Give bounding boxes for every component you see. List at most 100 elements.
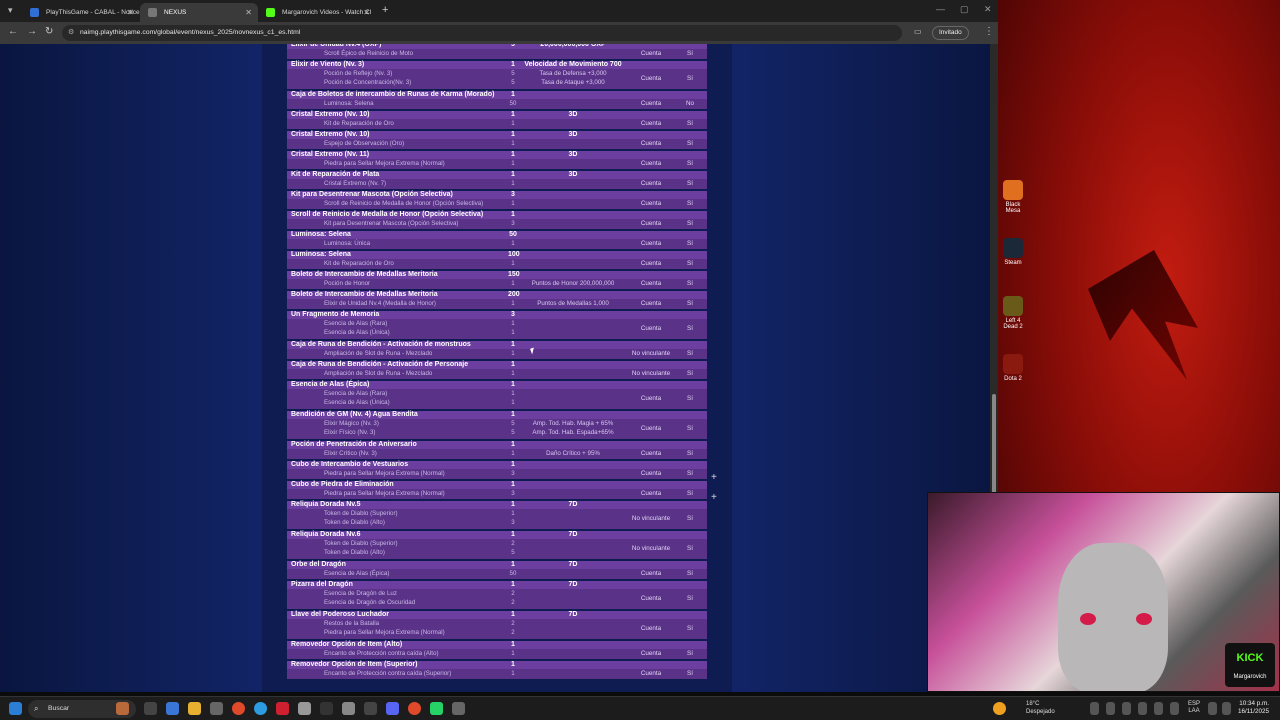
item-qty: 1 [511,611,515,618]
binding-type: Cuenta [640,260,662,267]
expand-plus-icon[interactable]: + [711,492,717,503]
item-name: Esencia de Alas (Épica) [291,381,370,388]
binding-type: Cuenta [640,670,662,677]
item-qty: 1 [511,481,515,488]
item-qty: 1 [511,461,515,468]
item-name: Cubo de Intercambio de Vestuarios [291,461,409,468]
close-tab-icon[interactable]: ✕ [127,3,134,22]
tab-search-icon[interactable]: ▾ [8,5,13,16]
item-name: Reliquia Dorada Nv.6 [291,531,361,538]
tray-icon[interactable] [1138,702,1147,715]
ingredient-name: Piedra para Sellar Mejora Extrema (Norma… [324,629,445,636]
edge-icon[interactable] [254,702,267,715]
tradeable-flag: Sí [687,545,693,552]
task-view-icon[interactable] [144,702,157,715]
new-tab-icon[interactable]: + [382,4,388,16]
binding-type: Cuenta [640,325,662,332]
url-input[interactable]: ⚙ naimg.playthisgame.com/global/event/ne… [62,25,902,41]
item-name: Removedor Opción de Item (Superior) [291,661,418,668]
reward-row: Esencia de Alas (Épica) 1 Esencia de Alas … [287,380,707,410]
desktop-icon-black-mesa[interactable]: Black Mesa [998,180,1028,214]
tradeable-flag: Sí [687,120,693,127]
close-tab-icon[interactable]: ✕ [245,3,252,22]
desktop-icon-dota2[interactable]: Dota 2 [998,354,1028,382]
ingredient-name: Esencia de Alas (Rara) [324,390,388,397]
site-info-icon[interactable]: ⚙ [68,25,74,41]
dota-2-icon [1003,354,1023,374]
item-qty: 50 [509,231,517,238]
back-icon[interactable]: ← [8,26,18,37]
browser-menu-icon[interactable]: ⋮ [984,26,994,37]
discord-icon[interactable] [386,702,399,715]
ingredient-name: Token de Diablo (Superior) [324,540,398,547]
item-value: Velocidad de Movimiento 700 [524,61,622,68]
tab-playthisgame[interactable]: PlayThisGame - CABAL - Notice ✕ [22,3,140,22]
chrome-icon[interactable] [232,702,245,715]
volume-icon[interactable] [1222,702,1231,715]
windows-taskbar: ⌕ Buscar 18°C Despejado ESP LAA 10:34 p.… [0,696,1280,720]
cast-icon[interactable]: ▭ [914,27,922,36]
expand-plus-icon[interactable]: + [711,472,717,483]
app-icon[interactable] [342,702,355,715]
tray-icon[interactable] [1106,702,1115,715]
tab-nexus[interactable]: NEXUS ✕ [140,3,258,22]
ingredient-qty: 1 [511,370,515,377]
ingredient-name: Scroll de Reinicio de Medalla de Honor (… [324,200,484,207]
item-name: Pizarra del Dragón [291,581,353,588]
kick-channel: Margarovich [1233,674,1267,680]
tradeable-flag: Sí [687,140,693,147]
item-qty: 1 [511,171,515,178]
weather-widget[interactable]: 18°C Despejado [1012,700,1055,716]
item-name: Poción de Penetración de Aniversario [291,441,417,448]
ingredient-effect: Tasa de Defensa +3,000 [539,70,607,77]
tradeable-flag: Sí [687,490,693,497]
app-icon[interactable] [364,702,377,715]
close-window-icon[interactable]: ✕ [984,4,992,15]
minimize-icon[interactable]: — [936,4,945,14]
app-icon[interactable] [452,702,465,715]
tray-icon[interactable] [1154,702,1163,715]
ingredient-qty: 1 [511,260,515,267]
tab-kick[interactable]: Margarovich Videos - Watch Cl ✕ [258,3,376,22]
store-icon[interactable] [210,702,223,715]
tray-icon[interactable] [1122,702,1131,715]
desktop-icon-steam[interactable]: Steam [998,238,1028,266]
ingredient-name: Poción de Concentración(Nv. 3) [324,79,412,86]
wifi-icon[interactable] [1208,702,1217,715]
tab-bar: ▾ PlayThisGame - CABAL - Notice ✕ NEXUS … [0,0,998,22]
binding-type: Cuenta [640,570,662,577]
item-qty: 1 [511,61,515,68]
guest-profile-button[interactable]: Invitado [932,26,969,40]
clock-time: 10:34 p.m. [1239,700,1270,707]
ingredient-name: Encanto de Protección contra caída (Supe… [324,670,452,677]
kick-logo: KICK Margarovich [1225,643,1275,687]
maximize-icon[interactable]: ▢ [960,4,969,15]
binding-type: Cuenta [640,470,662,477]
reward-row: Scroll de Reinicio de Medalla de Honor (… [287,210,707,230]
tradeable-flag: Sí [687,450,693,457]
tradeable-flag: Sí [687,650,693,657]
tray-icon[interactable] [1170,702,1179,715]
app-icon[interactable] [276,702,289,715]
whatsapp-icon[interactable] [430,702,443,715]
forward-icon[interactable]: → [27,26,37,37]
close-tab-icon[interactable]: ✕ [363,3,370,22]
desktop-icon-left4dead2[interactable]: Left 4 Dead 2 [998,296,1028,330]
obs-icon[interactable] [320,702,333,715]
file-explorer-icon[interactable] [188,702,201,715]
copilot-icon[interactable] [166,702,179,715]
system-clock[interactable]: 10:34 p.m. 16/11/2025 [1238,700,1269,716]
url-text: naimg.playthisgame.com/global/event/nexu… [80,29,301,36]
reward-row: Pizarra del Dragón 1 7D Esencia de Dragón d… [287,580,707,610]
reload-icon[interactable]: ↻ [45,26,53,37]
snipping-tool-icon[interactable] [298,702,311,715]
binding-type: Cuenta [640,395,662,402]
chrome-icon[interactable] [408,702,421,715]
tray-icon[interactable] [1090,702,1099,715]
language-indicator[interactable]: ESP LAA [1188,701,1200,715]
item-value: 7D [568,581,578,588]
desktop-icon-label: Dota 2 [1004,376,1022,382]
ingredient-name: Ampliación de Slot de Runa - Mezclado [324,350,433,357]
binding-type: No vinculante [631,515,671,522]
windows-start-icon[interactable] [9,702,22,715]
